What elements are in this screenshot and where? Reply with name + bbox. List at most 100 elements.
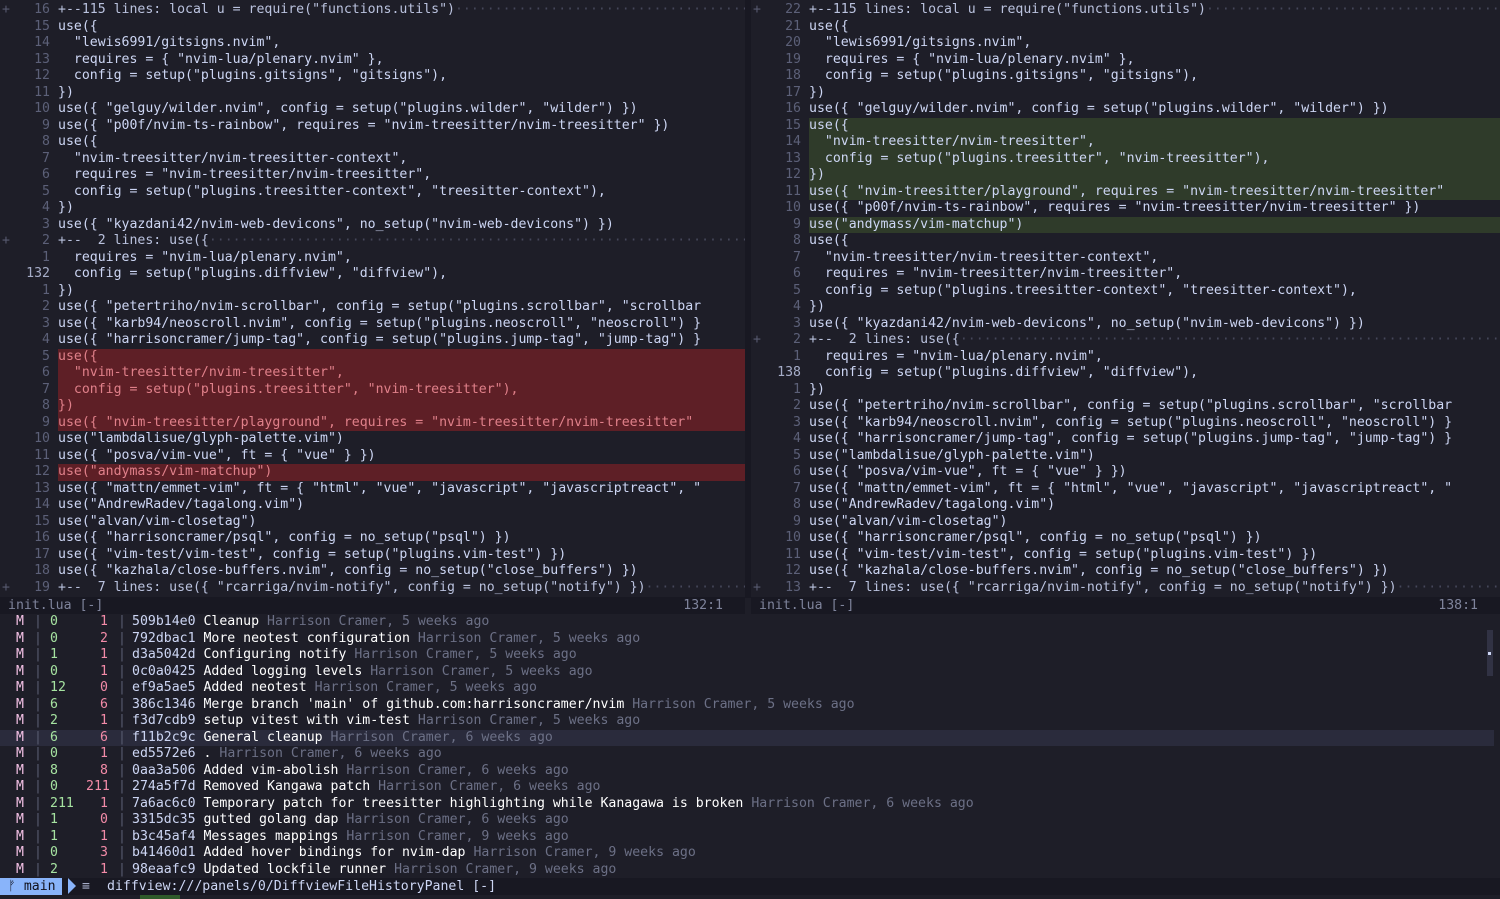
deleted-line[interactable]: 6 "nvim-treesitter/nvim-treesitter", bbox=[0, 365, 745, 382]
commit-row[interactable]: M | 0 1 | ed5572e6 . Harrison Cramer, 6 weeks… bbox=[0, 746, 1500, 763]
line-number: 19 bbox=[34, 579, 50, 595]
code-line[interactable]: 2 use({ "petertriho/nvim-scrollbar", conf… bbox=[0, 299, 745, 316]
diff-left-pane[interactable]: +16 +--115 lines: local u = require("func… bbox=[0, 2, 745, 598]
code-line[interactable]: 12 config = setup("plugins.gitsigns", "g… bbox=[0, 68, 745, 85]
code-line[interactable]: 19 requires = { "nvim-lua/plenary.nvim" … bbox=[751, 52, 1500, 69]
commit-row[interactable]: M | 0 1 | 509b14e0 Cleanup Harrison Cramer, 5… bbox=[0, 614, 1500, 631]
code-line[interactable]: 4}) bbox=[751, 299, 1500, 316]
code-line[interactable]: 21 use({ bbox=[751, 19, 1500, 36]
code-line[interactable]: 10 use({ "harrisoncramer/psql", config = … bbox=[751, 530, 1500, 547]
diff-right-pane[interactable]: +22 +--115 lines: local u = require("func… bbox=[751, 2, 1500, 598]
code-line[interactable]: 2 use({ "petertriho/nvim-scrollbar", conf… bbox=[751, 398, 1500, 415]
code-line[interactable]: 5 config = setup("plugins.treesitter-con… bbox=[0, 184, 745, 201]
fold-line[interactable]: +2 +-- 2 lines: use({ bbox=[751, 332, 1500, 349]
commit-row[interactable]: M | 1 1 | b3c45af4 Messages mappings Harrison… bbox=[0, 829, 1500, 846]
code-line[interactable]: 13 use({ "mattn/emmet-vim", ft = { "html"… bbox=[0, 481, 745, 498]
code-line[interactable]: 7 "nvim-treesitter/nvim-treesitter-conte… bbox=[0, 151, 745, 168]
code-line[interactable]: 10 use("lambdalisue/glyph-palette.vim") bbox=[0, 431, 745, 448]
code-line[interactable]: 7 "nvim-treesitter/nvim-treesitter-conte… bbox=[751, 250, 1500, 267]
code-line[interactable]: 5 config = setup("plugins.treesitter-con… bbox=[751, 283, 1500, 300]
commit-row[interactable]: M | 0 3 | b41460d1 Added hover bindings for n… bbox=[0, 845, 1500, 862]
code-line[interactable]: 20 "lewis6991/gitsigns.nvim", bbox=[751, 35, 1500, 52]
code-line[interactable]: 6 requires = "nvim-treesitter/nvim-trees… bbox=[751, 266, 1500, 283]
code-line[interactable]: 7 use({ "mattn/emmet-vim", ft = { "html",… bbox=[751, 481, 1500, 498]
commit-row[interactable]: M | 6 6 | f11b2c9c General cleanup Harrison C… bbox=[0, 729, 1494, 746]
deletions-count: 3 bbox=[100, 845, 108, 860]
code-line[interactable]: 1}) bbox=[0, 283, 745, 300]
code-line[interactable]: 18 use({ "kazhala/close-buffers.nvim", co… bbox=[0, 563, 745, 580]
commit-row[interactable]: M | 0 211 | 274a5f7d Removed Kangawa patch Ha… bbox=[0, 779, 1500, 796]
code-line[interactable]: 138 config = setup("plugins.diffview", "… bbox=[751, 365, 1500, 382]
code-line[interactable]: 16 use({ "harrisoncramer/psql", config = … bbox=[0, 530, 745, 547]
fold-sign: + bbox=[2, 233, 10, 248]
commit-row[interactable]: M | 8 8 | 0aa3a506 Added vim-abolish Harrison… bbox=[0, 763, 1500, 780]
code-line[interactable]: 8 use({ bbox=[0, 134, 745, 151]
commit-row[interactable]: M | 6 6 | 386c1346 Merge branch 'main' of git… bbox=[0, 697, 1500, 714]
code-line[interactable]: 6 use({ "posva/vim-vue", ft = { "vue" } }… bbox=[751, 464, 1500, 481]
code-line[interactable]: 4}) bbox=[0, 200, 745, 217]
code-line[interactable]: 10 use({ "gelguy/wilder.nvim", config = s… bbox=[0, 101, 745, 118]
added-line[interactable]: 15 use({ bbox=[751, 117, 1500, 134]
code-line[interactable]: 18 config = setup("plugins.gitsigns", "g… bbox=[751, 68, 1500, 85]
code-line[interactable]: 6 requires = "nvim-treesitter/nvim-trees… bbox=[0, 167, 745, 184]
code-line[interactable]: 10 use({ "p00f/nvim-ts-rainbow", requires… bbox=[751, 200, 1500, 217]
deleted-line[interactable]: 12 use("andymass/vim-matchup") bbox=[0, 464, 745, 481]
fold-line[interactable]: +2 +-- 2 lines: use({ bbox=[0, 233, 745, 250]
line-code: }) bbox=[58, 398, 745, 415]
added-line[interactable]: 14 "nvim-treesitter/nvim-treesitter", bbox=[751, 134, 1500, 151]
commit-row[interactable]: M | 2 1 | f3d7cdb9 setup vitest with vim-test… bbox=[0, 713, 1500, 730]
commit-row[interactable]: M | 0 2 | 792dbac1 More neotest configuration… bbox=[0, 631, 1500, 648]
commit-row[interactable]: M | 2 1 | 98eaafc9 Updated lockfile runner Ha… bbox=[0, 862, 1500, 879]
code-line[interactable]: 17}) bbox=[751, 85, 1500, 102]
code-line[interactable]: 15 use("alvan/vim-closetag") bbox=[0, 514, 745, 531]
code-line[interactable]: 8 use({ bbox=[751, 233, 1500, 250]
added-line[interactable]: 11 use({ "nvim-treesitter/playground", re… bbox=[751, 183, 1500, 200]
commit-row[interactable]: M | 1 0 | 3315dc35 gutted golang dap Harrison… bbox=[0, 812, 1500, 829]
code-line[interactable]: 17 use({ "vim-test/vim-test", config = se… bbox=[0, 547, 745, 564]
commit-row[interactable]: M | 12 0 | ef9a5ae5 Added neotest Harrison Cr… bbox=[0, 680, 1500, 697]
code-line[interactable]: 132 config = setup("plugins.diffview", "… bbox=[0, 266, 745, 283]
code-line[interactable]: 1}) bbox=[751, 382, 1500, 399]
code-line[interactable]: 5 use("lambdalisue/glyph-palette.vim") bbox=[751, 448, 1500, 465]
deleted-line[interactable]: 8}) bbox=[0, 398, 745, 415]
code-line[interactable]: 9 use({ "p00f/nvim-ts-rainbow", requires … bbox=[0, 118, 745, 135]
scrollbar-thumb[interactable] bbox=[1488, 652, 1491, 655]
code-line[interactable]: 3 use({ "kyazdani42/nvim-web-devicons", n… bbox=[751, 316, 1500, 333]
deletions-count: 1 bbox=[100, 663, 108, 679]
code-line[interactable]: 3 use({ "karb94/neoscroll.nvim", config =… bbox=[0, 316, 745, 333]
file-history-panel[interactable]: M | 0 1 | 509b14e0 Cleanup Harrison Cramer, 5… bbox=[0, 614, 1500, 878]
fold-line[interactable]: +22 +--115 lines: local u = require("func… bbox=[751, 2, 1500, 19]
code-line[interactable]: 11 use({ "posva/vim-vue", ft = { "vue" } … bbox=[0, 448, 745, 465]
code-line[interactable]: 1 requires = "nvim-lua/plenary.nvim", bbox=[751, 349, 1500, 366]
code-line[interactable]: 4 use({ "harrisoncramer/jump-tag", config… bbox=[0, 332, 745, 349]
deleted-line[interactable]: 5 use({ bbox=[0, 348, 745, 365]
fold-line[interactable]: +19 +-- 7 lines: use({ "rcarriga/nvim-not… bbox=[0, 580, 745, 597]
code-line[interactable]: 16 use({ "gelguy/wilder.nvim", config = s… bbox=[751, 101, 1500, 118]
added-line[interactable]: 9 use("andymass/vim-matchup") bbox=[751, 216, 1500, 233]
deleted-line[interactable]: 7 config = setup("plugins.treesitter", "… bbox=[0, 381, 745, 398]
git-branch-badge[interactable]: ᚠ main bbox=[0, 878, 62, 895]
code-line[interactable]: 4 use({ "harrisoncramer/jump-tag", config… bbox=[751, 431, 1500, 448]
code-line[interactable]: 14 "lewis6991/gitsigns.nvim", bbox=[0, 35, 745, 52]
code-line[interactable]: 11}) bbox=[0, 85, 745, 102]
commit-row[interactable]: M | 1 1 | d3a5042d Configuring notify Harriso… bbox=[0, 647, 1500, 664]
line-code: use({ "kyazdani42/nvim-web-devicons", no… bbox=[809, 315, 1365, 331]
code-line[interactable]: 3 use({ "kyazdani42/nvim-web-devicons", n… bbox=[0, 217, 745, 234]
added-line[interactable]: 13 config = setup("plugins.treesitter", … bbox=[751, 150, 1500, 167]
code-line[interactable]: 8 use("AndrewRadev/tagalong.vim") bbox=[751, 497, 1500, 514]
code-line[interactable]: 13 requires = { "nvim-lua/plenary.nvim" … bbox=[0, 52, 745, 69]
added-line[interactable]: 12}) bbox=[751, 167, 1500, 184]
code-line[interactable]: 15 use({ bbox=[0, 19, 745, 36]
code-line[interactable]: 12 use({ "kazhala/close-buffers.nvim", co… bbox=[751, 563, 1500, 580]
commit-row[interactable]: M | 211 1 | 7a6ac6c0 Temporary patch for tree… bbox=[0, 796, 1500, 813]
code-line[interactable]: 14 use("AndrewRadev/tagalong.vim") bbox=[0, 497, 745, 514]
code-line[interactable]: 3 use({ "karb94/neoscroll.nvim", config =… bbox=[751, 415, 1500, 432]
command-line[interactable] bbox=[0, 895, 1500, 899]
fold-line[interactable]: +16 +--115 lines: local u = require("func… bbox=[0, 2, 745, 19]
code-line[interactable]: 11 use({ "vim-test/vim-test", config = se… bbox=[751, 547, 1500, 564]
fold-line[interactable]: +13 +-- 7 lines: use({ "rcarriga/nvim-not… bbox=[751, 580, 1500, 597]
deleted-line[interactable]: 9 use({ "nvim-treesitter/playground", req… bbox=[0, 414, 745, 431]
commit-row[interactable]: M | 0 1 | 0c0a0425 Added logging levels Harri… bbox=[0, 664, 1500, 681]
code-line[interactable]: 1 requires = "nvim-lua/plenary.nvim", bbox=[0, 250, 745, 267]
code-line[interactable]: 9 use("alvan/vim-closetag") bbox=[751, 514, 1500, 531]
